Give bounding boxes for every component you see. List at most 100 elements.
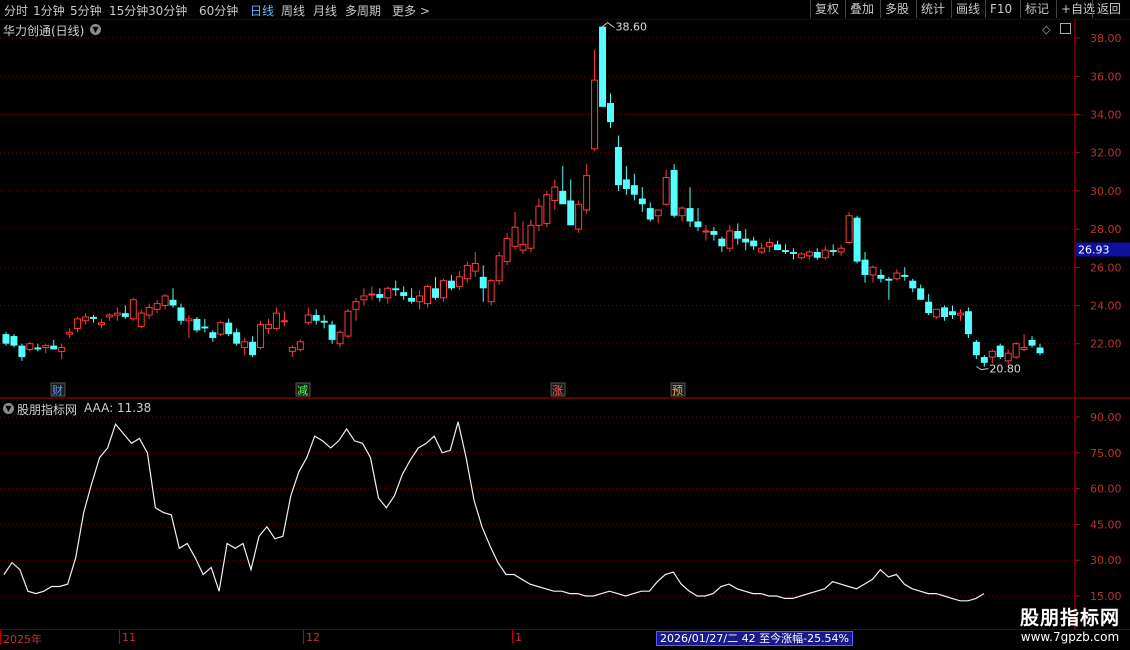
- candle: [519, 221, 527, 254]
- candle: [781, 244, 789, 254]
- candle: [503, 232, 511, 266]
- event-marker: 财: [50, 382, 66, 397]
- watermark-title: 股朋指标网: [1019, 607, 1120, 629]
- candle-body: [169, 299, 177, 306]
- toolbar-button-8[interactable]: 返回: [1092, 0, 1125, 18]
- candle-body: [272, 312, 280, 329]
- candle: [821, 246, 829, 260]
- candle: [416, 290, 424, 310]
- period-tab-4[interactable]: 30分钟: [148, 2, 187, 19]
- candle-body: [949, 311, 957, 316]
- candle-body: [901, 274, 909, 277]
- candle: [1028, 336, 1036, 348]
- candle-body: [1020, 347, 1028, 350]
- candle-body: [742, 238, 750, 243]
- candle: [264, 318, 272, 335]
- candle: [360, 288, 368, 306]
- candle-body: [988, 350, 996, 358]
- candle-body: [392, 288, 400, 291]
- time-axis-label: 1: [515, 631, 522, 644]
- period-tab-2[interactable]: 5分钟: [70, 2, 102, 19]
- candle-body: [861, 259, 869, 275]
- candle-body: [551, 186, 559, 201]
- candle-body: [42, 345, 50, 349]
- candle: [463, 261, 471, 283]
- period-tab-10[interactable]: 更多 >: [392, 2, 430, 19]
- candle-body: [471, 262, 479, 272]
- toolbar-button-4[interactable]: 画线: [951, 0, 984, 18]
- candle-body: [336, 331, 344, 345]
- toolbar-button-5[interactable]: F10: [985, 0, 1016, 18]
- candle-body: [893, 272, 901, 280]
- candle-body: [495, 255, 503, 282]
- candle: [869, 265, 877, 283]
- candle: [829, 244, 837, 256]
- candle: [384, 286, 392, 304]
- candle-body: [758, 247, 766, 253]
- candle-body: [996, 345, 1004, 358]
- candle-body: [97, 322, 105, 326]
- toolbar-button-3[interactable]: 统计: [916, 0, 949, 18]
- period-tab-0[interactable]: 分时: [4, 2, 28, 19]
- candle-body: [121, 313, 129, 317]
- toolbar-button-6[interactable]: 标记: [1020, 0, 1053, 18]
- period-tab-6[interactable]: 日线: [250, 2, 274, 19]
- candle-body: [129, 299, 137, 320]
- candle-body: [416, 295, 424, 303]
- candle-body: [89, 316, 97, 319]
- candle: [606, 93, 614, 128]
- period-tab-1[interactable]: 1分钟: [33, 2, 65, 19]
- candle-body: [137, 312, 145, 328]
- candle: [161, 294, 169, 310]
- period-tab-5[interactable]: 60分钟: [199, 2, 238, 19]
- candle-body: [933, 308, 941, 318]
- candle: [909, 278, 917, 293]
- candle-body: [622, 179, 630, 189]
- toolbar-button-2[interactable]: 多股: [880, 0, 913, 18]
- candle-body: [455, 276, 463, 287]
- candle-body: [909, 280, 917, 289]
- candle: [137, 309, 145, 329]
- indicator-chart[interactable]: 90.00 75.00 60.00 45.00 30.00 15.00: [0, 399, 1130, 630]
- candle-body: [177, 307, 185, 321]
- candle-body: [241, 341, 249, 349]
- period-tab-7[interactable]: 周线: [281, 2, 305, 19]
- y-tick-label: 30.00: [1090, 554, 1122, 567]
- candle: [949, 305, 957, 319]
- candle-body: [153, 303, 161, 310]
- candle: [296, 339, 304, 352]
- candle: [58, 343, 66, 359]
- high-label: 38.60: [616, 21, 648, 34]
- candle: [789, 248, 797, 260]
- candle-body: [1036, 347, 1044, 354]
- candlestick-chart[interactable]: 38.00 36.00 34.00 32.00 30.00 28.00 26.00 24.00…: [0, 19, 1130, 399]
- toolbar-button-0[interactable]: 复权: [810, 0, 843, 18]
- candle-body: [233, 332, 241, 344]
- candle-body: [360, 295, 368, 301]
- candle-body: [368, 293, 376, 296]
- event-marker-label: 财: [52, 383, 63, 397]
- event-marker-label: 减: [297, 384, 308, 397]
- period-tab-3[interactable]: 15分钟: [109, 2, 148, 19]
- candle: [153, 299, 161, 314]
- candle: [439, 278, 447, 302]
- candle-body: [18, 345, 26, 358]
- candle: [758, 242, 766, 254]
- candle: [233, 328, 241, 346]
- candle-body: [487, 280, 495, 303]
- candle: [686, 187, 694, 228]
- candle: [479, 265, 487, 302]
- period-tab-9[interactable]: 多周期: [345, 2, 381, 19]
- candle: [1020, 334, 1028, 352]
- period-tab-8[interactable]: 月线: [313, 2, 337, 19]
- candle-body: [312, 315, 320, 321]
- candle-body: [288, 347, 296, 352]
- event-marker: 减: [295, 382, 311, 397]
- candle: [980, 355, 988, 367]
- candle-body: [280, 320, 288, 323]
- toolbar-button-1[interactable]: 叠加: [845, 0, 878, 18]
- y-tick-label: 24.00: [1090, 300, 1122, 313]
- candle: [551, 179, 559, 210]
- candle-body: [941, 307, 949, 317]
- candle: [1036, 343, 1044, 356]
